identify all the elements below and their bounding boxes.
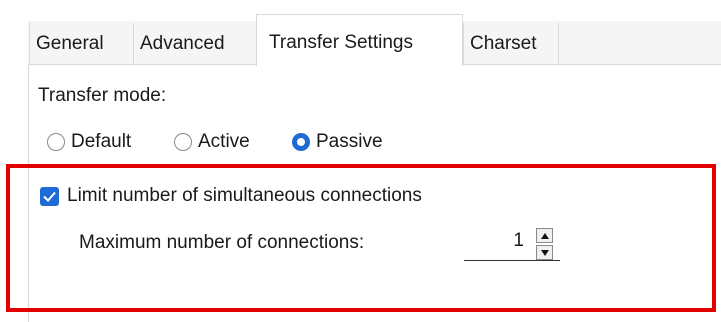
tab-transfer-settings[interactable]: Transfer Settings — [256, 14, 463, 66]
limit-connections-checkbox[interactable]: Limit number of simultaneous connections — [40, 183, 422, 209]
max-connections-label: Maximum number of connections: — [79, 232, 365, 253]
spin-down-button[interactable] — [536, 245, 553, 260]
tab-advanced[interactable]: Advanced — [133, 23, 253, 64]
spin-up-button[interactable] — [536, 228, 553, 243]
radio-selected-icon — [292, 133, 310, 151]
tab-charset[interactable]: Charset — [463, 23, 559, 64]
transfer-mode-label: Transfer mode: — [38, 85, 167, 106]
arrow-up-icon — [540, 232, 549, 239]
radio-unselected-icon — [174, 133, 192, 151]
radio-default[interactable]: Default — [47, 130, 131, 154]
max-connections-value[interactable]: 1 — [464, 230, 524, 252]
arrow-down-icon — [540, 249, 549, 256]
radio-active-label: Active — [198, 131, 250, 152]
radio-passive[interactable]: Passive — [292, 130, 383, 154]
tab-general[interactable]: General — [29, 23, 125, 64]
radio-unselected-icon — [47, 133, 65, 151]
radio-active[interactable]: Active — [174, 130, 250, 154]
radio-passive-label: Passive — [316, 131, 383, 152]
limit-connections-label: Limit number of simultaneous connections — [67, 185, 422, 206]
checkmark-icon — [40, 186, 59, 206]
radio-default-label: Default — [71, 131, 132, 152]
